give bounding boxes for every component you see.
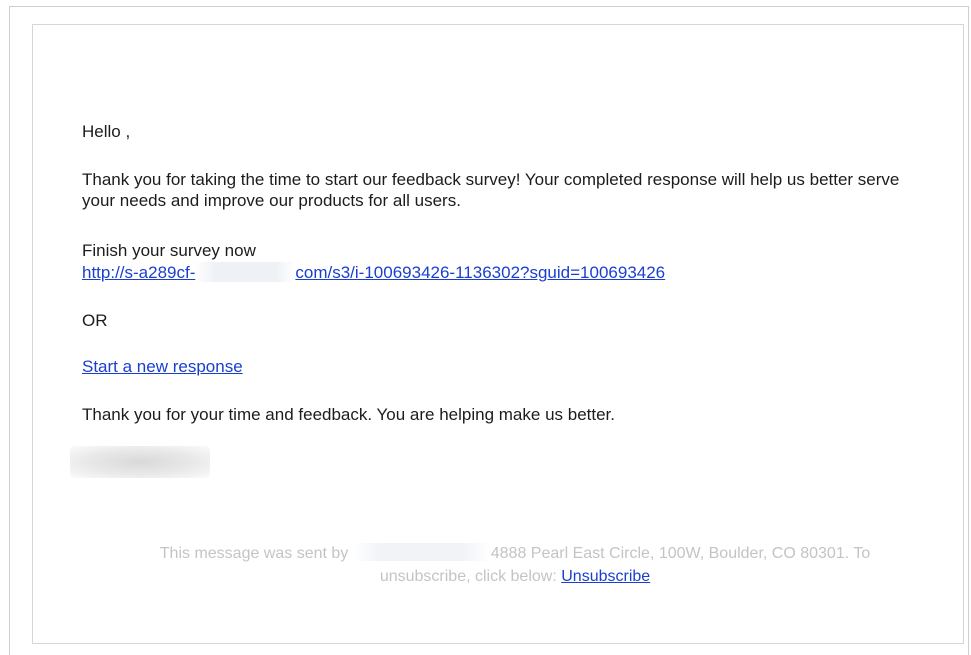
survey-link-suffix: com/s3/i-100693426-1136302?sguid=1006934… <box>295 263 666 282</box>
footer-sent-by: This message was sent by <box>159 545 349 562</box>
intro-paragraph: Thank you for taking the time to start o… <box>82 170 900 210</box>
footer-unsubscribe-prefix: unsubscribe, click below: <box>379 568 557 585</box>
survey-link[interactable]: http://s-a289cf-com/s3/i-100693426-11363… <box>82 262 666 282</box>
new-response-row: Start a new response <box>82 356 932 377</box>
start-new-response-link[interactable]: Start a new response <box>82 357 243 376</box>
redacted-signature <box>70 446 210 478</box>
redacted-domain <box>195 262 296 282</box>
greeting-text: Hello , <box>82 122 131 141</box>
thanks-paragraph: Thank you for your time and feedback. Yo… <box>82 405 616 424</box>
survey-link-prefix: http://s-a289cf- <box>82 263 196 282</box>
footer-sender-line: This message was sent by 4888 Pearl East… <box>80 543 950 564</box>
footer-address: 4888 Pearl East Circle, 100W, Boulder, C… <box>490 545 871 562</box>
unsubscribe-link[interactable]: Unsubscribe <box>561 568 650 585</box>
footer-unsubscribe-line: unsubscribe, click below: Unsubscribe <box>80 567 950 587</box>
survey-link-row: http://s-a289cf-com/s3/i-100693426-11363… <box>82 262 932 283</box>
or-separator: OR <box>82 311 108 330</box>
finish-survey-label: Finish your survey now <box>82 241 256 260</box>
redacted-sender-name <box>352 543 491 561</box>
